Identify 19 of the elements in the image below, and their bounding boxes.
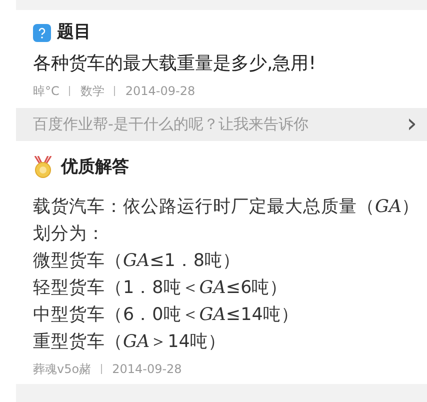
meta-text: 晫°C [33, 82, 60, 100]
medal-icon [33, 156, 53, 178]
answer-line: 重型货车（GA＞14吨） [33, 331, 227, 354]
meta-text: 葬魂v5o赭 [33, 361, 92, 378]
meta-text: 2014-09-28 [112, 361, 182, 378]
answer-line: 载货汽车：依公路运行时厂定最大总质量（GA） [33, 196, 410, 219]
promo-banner[interactable]: 百度作业帮-是干什么的呢？让我来告诉你 › [16, 108, 427, 140]
section-heading: 题目 [57, 21, 91, 44]
chevron-icon: › [406, 111, 417, 137]
promo-text: 百度作业帮-是干什么的呢？让我来告诉你 [33, 114, 308, 135]
meta-text: 2014-09-28 [125, 82, 196, 100]
meta-text: 数学 [80, 82, 104, 100]
answer-line: 微型货车（GA≤1．8吨） [33, 250, 242, 273]
answer-line: 划分为： [33, 223, 106, 246]
section-heading: 优质解答 [61, 156, 129, 178]
answer-line: 轻型货车（1．8吨＜GA≤6吨） [33, 277, 289, 300]
answer-line: 中型货车（6．0吨＜GA≤14吨） [33, 304, 300, 327]
question-mark-icon [33, 24, 51, 42]
question-title: 各种货车的最大载重量是多少,急用! [33, 52, 317, 76]
